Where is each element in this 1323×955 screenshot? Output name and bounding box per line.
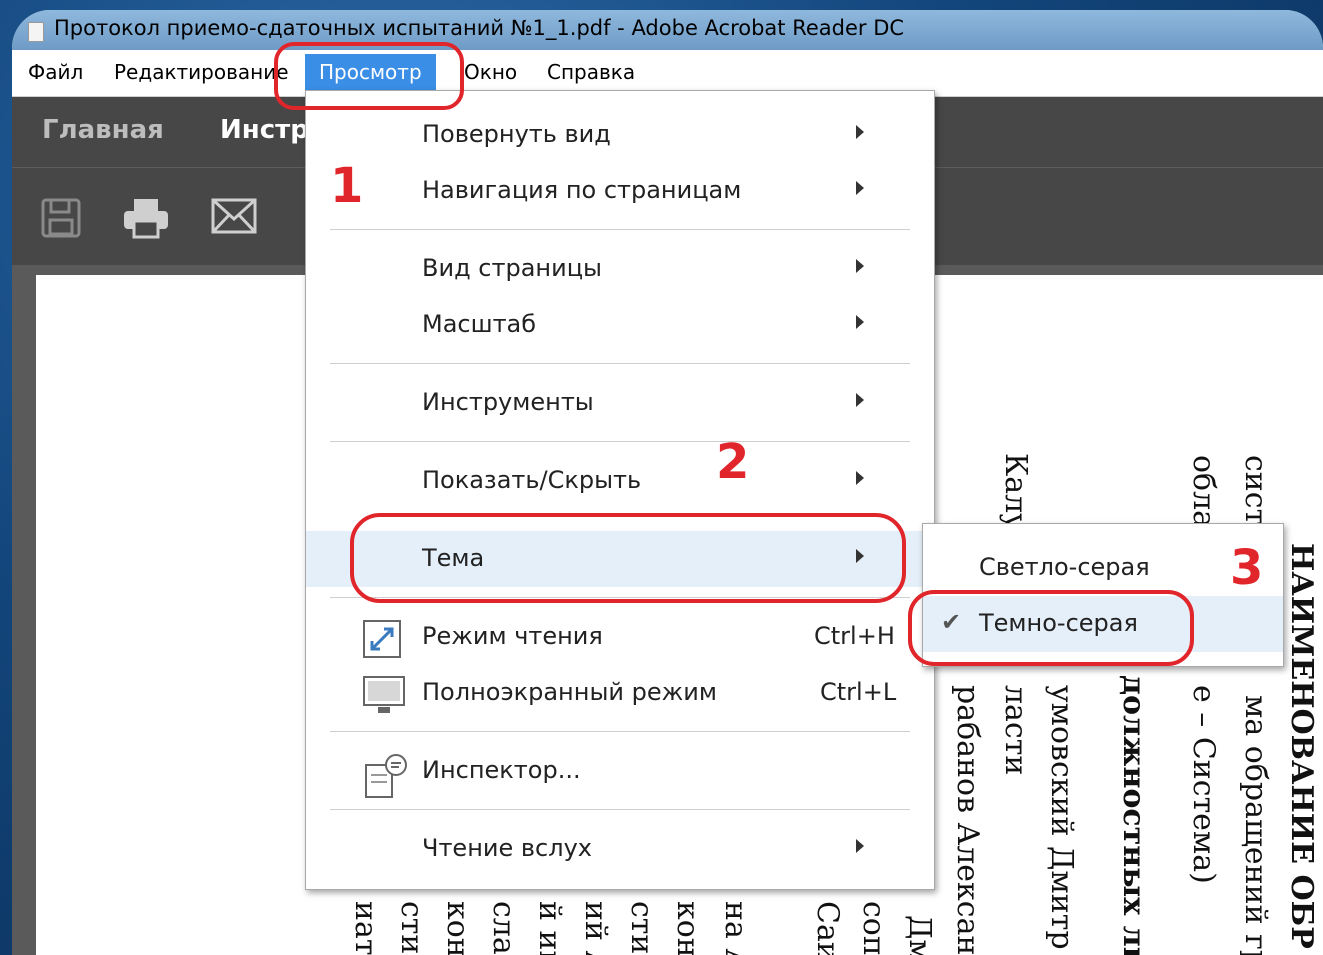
doc-text: конт [440,901,475,955]
doc-text: рабанов Александ [950,685,985,955]
save-icon[interactable] [40,197,82,239]
menu-item-page-view[interactable]: Вид страницы [306,241,934,297]
doc-text: сти [624,901,659,955]
menu-separator [330,363,910,364]
print-icon[interactable] [122,197,170,239]
submenu-arrow-icon [856,315,864,329]
menu-help[interactable]: Справка [543,58,639,86]
annotation-number: 1 [330,158,364,214]
reading-mode-icon [363,620,401,658]
theme-light-gray[interactable]: Светло-серая [923,540,1283,596]
doc-text: ий А [578,901,613,955]
menu-item-show-hide[interactable]: Показать/Скрыть [306,453,934,509]
menu-separator [330,229,910,230]
view-dropdown-menu: Повернуть вид Навигация по страницам Вид… [305,90,935,890]
doc-text: умовский Дмитр [1044,685,1079,950]
shortcut-label: Ctrl+H [814,622,895,650]
menu-item-page-navigation[interactable]: Навигация по страницам [306,163,934,219]
doc-text: иато [348,901,383,955]
menu-item-tools[interactable]: Инструменты [306,375,934,431]
email-icon[interactable] [210,197,258,235]
fullscreen-icon [363,676,405,713]
annotation-box-view-menu [274,42,464,110]
doc-text: конт [670,901,705,955]
doc-text: слав [486,901,521,955]
doc-text: ма обращений гра [1238,695,1273,955]
tab-tools[interactable]: Инстр [220,115,309,145]
submenu-arrow-icon [856,839,864,853]
menu-item-rotate-view[interactable]: Повернуть вид [306,107,934,163]
menu-separator [330,731,910,732]
menu-window[interactable]: Окно [460,58,521,86]
document-icon [28,22,44,42]
submenu-arrow-icon [856,471,864,485]
doc-text: Калу [998,453,1033,531]
doc-text: Саид [810,901,845,955]
annotation-box-dark-theme [908,590,1194,666]
submenu-arrow-icon [856,125,864,139]
doc-text: Дм [902,915,937,955]
shortcut-label: Ctrl+L [820,678,897,706]
menu-item-fullscreen[interactable]: Полноэкранный режим Ctrl+L [306,665,934,721]
doc-text: должностных ли [1116,675,1151,955]
menu-file[interactable]: Файл [24,58,87,86]
doc-text: на А [718,901,753,955]
doc-text: сти [394,901,429,955]
tab-home[interactable]: Главная [42,115,164,145]
doc-text: соп [856,901,891,955]
submenu-arrow-icon [856,259,864,273]
doc-text: ласти [998,685,1033,776]
submenu-arrow-icon [856,393,864,407]
window-title: Протокол приемо-сдаточных испытаний №1_1… [54,16,905,40]
submenu-arrow-icon [856,181,864,195]
title-bar: Протокол приемо-сдаточных испытаний №1_1… [12,10,1323,50]
annotation-box-theme [350,513,906,603]
annotation-number: 3 [1230,540,1264,596]
inspector-icon [365,754,407,798]
menu-edit[interactable]: Редактирование [110,58,293,86]
menu-item-inspector[interactable]: Инспектор... [306,743,934,799]
menu-item-read-aloud[interactable]: Чтение вслух [306,821,934,877]
annotation-number: 2 [716,434,750,490]
doc-text: е – Система) [1186,685,1221,884]
menu-separator [330,809,910,810]
menu-item-reading-mode[interactable]: Режим чтения Ctrl+H [306,609,934,665]
doc-text: НАИМЕНОВАНИЕ ОБР [1284,543,1319,949]
menu-separator [330,441,910,442]
menu-item-zoom[interactable]: Масштаб [306,297,934,353]
doc-text: й ин [532,901,567,955]
